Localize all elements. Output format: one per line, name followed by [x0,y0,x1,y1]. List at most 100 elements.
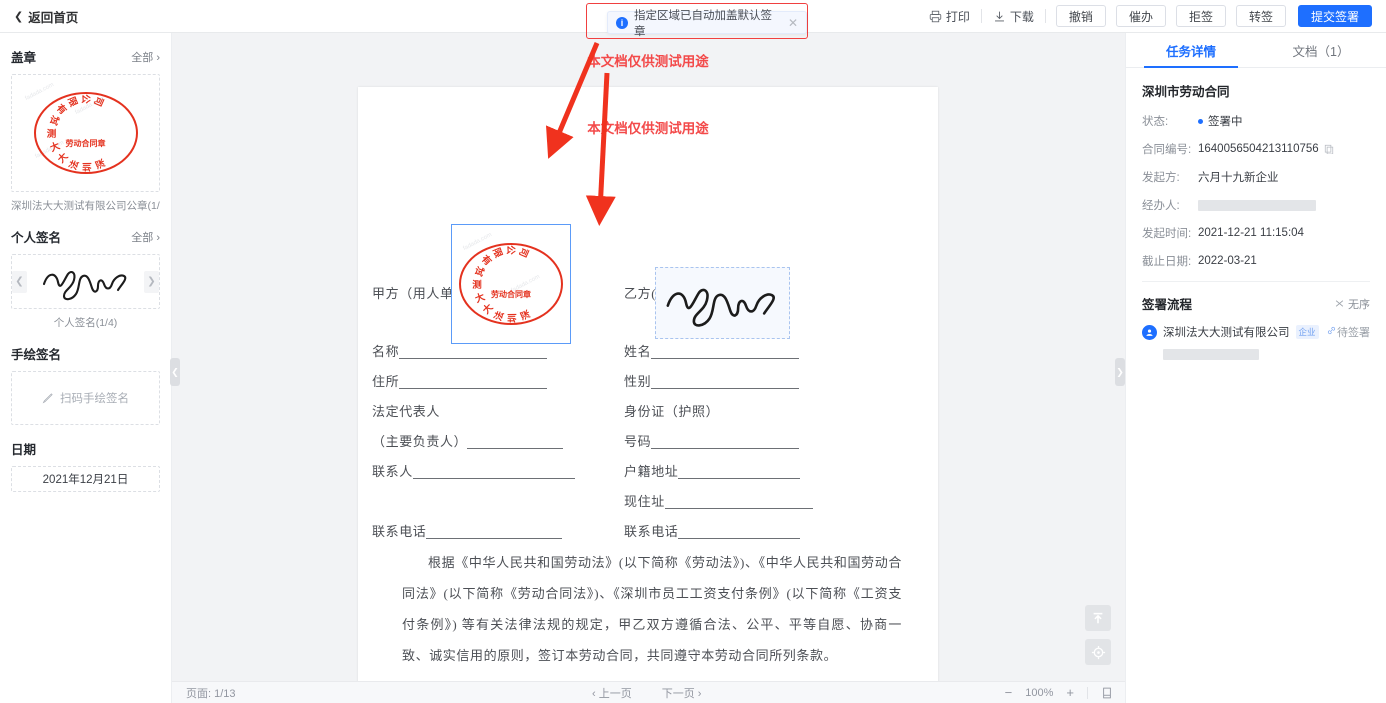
contract-number-value: 1640056504213110756 [1198,143,1319,155]
sign-flow-header: 签署流程 无序 [1142,294,1370,313]
download-icon [994,11,1004,21]
detail-row-status: 状态: 签署中 [1142,113,1370,129]
link-icon[interactable] [1326,325,1337,339]
toast-highlight-box: i 指定区域已自动加盖默认签章 ✕ [586,3,808,39]
close-icon[interactable]: ✕ [788,16,798,30]
scroll-to-top-button[interactable] [1085,605,1111,631]
document-watermark-top: 本文档仅供测试用途 [587,54,709,69]
detail-key: 合同编号: [1142,144,1192,156]
locate-field-button[interactable] [1085,639,1111,665]
contract-title: 深圳市劳动合同 [1142,85,1230,99]
seal-view-all-link[interactable]: 全部 › [131,49,160,65]
field-right-gender: 性别 [624,371,800,390]
right-panel-tabs: 任务详情 文档（1） [1126,33,1386,68]
unordered-icon [1335,300,1344,307]
arrow-up-bar-icon [1093,612,1103,624]
collapse-left-panel-handle[interactable]: ❮ [170,358,180,386]
draw-section-header: 手绘签名 [11,344,160,363]
tab-documents[interactable]: 文档（1） [1256,33,1386,67]
prev-page-button[interactable]: ‹ 上一页 [592,685,632,701]
placed-signature-scribble [666,288,775,327]
status-badge: 签署中 [1208,116,1243,128]
pencil-icon [42,393,53,404]
detail-key: 状态: [1142,116,1169,128]
signature-section-title: 个人签名 [11,231,62,245]
tab-task-details[interactable]: 任务详情 [1126,33,1256,68]
field-left-contact: 联系人 [372,461,575,480]
signer-type-badge: 企业 [1295,325,1319,339]
placed-company-seal-field[interactable]: 深圳法大大测试有限公司 劳动合同章 fadada.com fadada.com [451,224,571,344]
fit-page-icon[interactable] [1101,687,1113,699]
sign-flow-title: 签署流程 [1142,298,1193,312]
document-viewer[interactable]: 本文档仅供测试用途 本文档仅供测试用途 甲方（用人单位） 乙方(员工) 名称 住… [172,33,1125,703]
field-left-address: 住所 [372,371,548,390]
divider [1087,686,1088,699]
detail-key: 截止日期: [1142,256,1192,268]
back-to-home-label: 返回首页 [28,10,79,25]
carousel-next-icon[interactable]: ❯ [144,270,159,293]
zoom-in-button[interactable]: + [1066,685,1074,700]
signature-section-header: 个人签名 全部 › [11,227,160,246]
zoom-level-label: 100% [1025,686,1054,699]
zoom-out-button[interactable]: − [1005,685,1013,700]
date-section-title: 日期 [11,443,37,457]
seal-ring-text: 深圳法大大测试有限公司 [46,94,108,172]
detail-key: 经办人: [1142,200,1180,212]
viewer-status-bar: 页面: 1/13 ‹ 上一页 下一页 › − 100% + [172,681,1125,703]
carousel-prev-icon[interactable]: ❮ [12,270,27,293]
detail-value: 签署中 [1198,113,1243,129]
signature-scribble [42,270,126,300]
toast-message: 指定区域已自动加盖默认签章 [634,9,772,38]
page-navigation: ‹ 上一页 下一页 › [592,685,701,701]
draw-section-title: 手绘签名 [11,348,62,362]
initiator-value: 六月十九新企业 [1198,172,1279,184]
date-section-header: 日期 [11,439,160,458]
field-left-legal-rep: 法定代表人 [372,404,441,419]
signature-card-caption: 个人签名(1/4) [53,317,118,329]
floating-buttons [1085,605,1111,673]
transfer-sign-button[interactable]: 转签 [1235,5,1286,27]
revoke-button[interactable]: 撤销 [1055,5,1106,27]
placed-seal-graphic: 深圳法大大测试有限公司 劳动合同章 [459,243,563,325]
chevron-left-icon: ❮ [14,10,24,23]
info-icon: i [616,16,628,29]
field-left-principal: （主要负责人） [372,431,564,450]
seal-card[interactable]: fadada.com fadada.com fadada.com 深圳法大大测试… [11,74,160,192]
detail-row-initiator: 发起方: 六月十九新企业 [1142,169,1370,185]
field-right-fullname: 姓名 [624,341,800,360]
back-to-home-button[interactable]: ❮ 返回首页 [14,7,78,26]
auto-seal-toast: i 指定区域已自动加盖默认签章 ✕ [607,10,807,38]
sign-flow-row[interactable]: 深圳法大大测试有限公司 企业 待签署 [1142,324,1370,340]
urge-button[interactable]: 催办 [1115,5,1166,27]
print-button[interactable]: 打印 [918,8,981,25]
collapse-right-panel-handle[interactable]: ❯ [1115,358,1125,386]
date-card[interactable]: 2021年12月21日 [11,466,160,492]
signature-card[interactable]: ❮ ❯ [11,254,160,309]
printer-icon [929,10,942,22]
detail-key: 发起方: [1142,172,1180,184]
scan-draw-signature-button[interactable]: 扫码手绘签名 [11,371,160,425]
document-content: 甲方（用人单位） 乙方(员工) 名称 住所 法定代表人 （主要负责人） 联系人 … [358,87,938,689]
right-panel: 任务详情 文档（1） 深圳市劳动合同 状态: 签署中 合同编号: 1640056… [1125,33,1386,703]
detail-row-deadline: 截止日期: 2022-03-21 [1142,253,1370,269]
status-dot-icon [1198,118,1203,124]
start-time-value: 2021-12-21 11:15:04 [1198,227,1304,239]
field-right-idtype: 身份证（护照） [624,404,720,419]
field-right-idnumber: 号码 [624,431,800,450]
redacted-signer-detail [1163,349,1259,360]
scan-draw-signature-label: 扫码手绘签名 [60,393,129,405]
seal-center-text: 劳动合同章 [65,138,106,148]
document-page[interactable]: 本文档仅供测试用途 甲方（用人单位） 乙方(员工) 名称 住所 法定代表人 （主… [358,87,938,689]
sign-flow-order: 无序 [1335,296,1370,312]
field-right-registered-address: 户籍地址 [624,461,801,480]
reject-sign-button[interactable]: 拒签 [1175,5,1226,27]
document-paragraph: 根据《中华人民共和国劳动法》(以下简称《劳动法》)、《中华人民共和国劳动合同法》… [402,555,902,663]
download-button[interactable]: 下载 [982,8,1045,25]
submit-sign-button[interactable]: 提交签署 [1297,5,1372,27]
copy-icon[interactable] [1324,144,1334,154]
field-right-current-address: 现住址 [624,491,813,510]
next-page-button[interactable]: 下一页 › [662,685,702,701]
detail-key: 发起时间: [1142,228,1192,240]
signature-view-all-link[interactable]: 全部 › [131,229,160,245]
placed-personal-signature-field[interactable] [655,267,790,339]
